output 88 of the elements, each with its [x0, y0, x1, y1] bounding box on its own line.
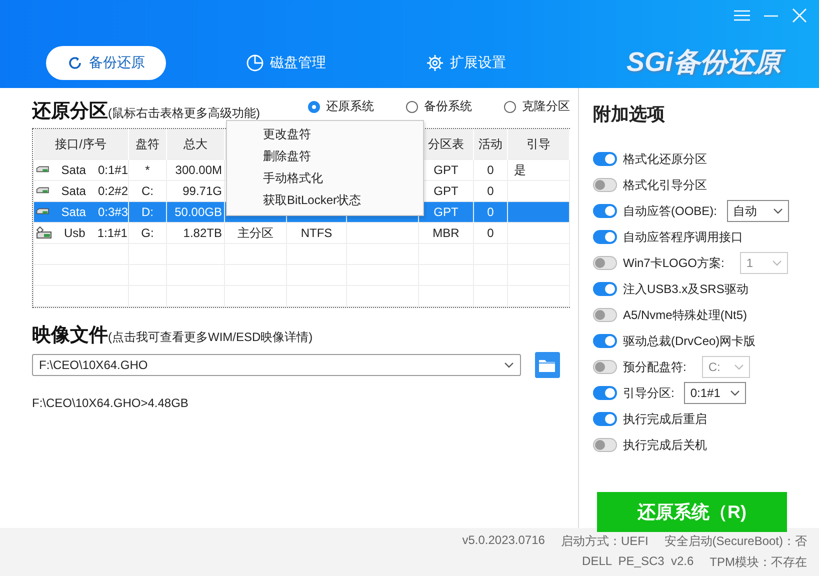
status-text: DELL PE_SC3 v2.6: [582, 554, 694, 570]
option-label: 驱动总裁(DrvCeo)网卡版: [623, 332, 756, 350]
table-cell: 0: [474, 160, 508, 180]
table-cell: 0:1#1: [98, 163, 128, 177]
section-hint: (鼠标右击表格更多高级功能): [108, 105, 260, 122]
minimize-icon[interactable]: [764, 14, 778, 16]
chevron-down-icon: [772, 260, 782, 266]
table-cell: 0: [474, 202, 508, 222]
option-label: 自动应答程序调用接口: [623, 228, 743, 246]
option-dropdown[interactable]: 0:1#1: [684, 382, 746, 404]
status-text: 启动方式：UEFI: [560, 533, 648, 550]
toggle-switch[interactable]: [593, 230, 617, 244]
column-header: 盘符: [128, 129, 166, 160]
usb-drive-icon: [36, 226, 52, 240]
table-cell: 50.00GB: [166, 202, 224, 222]
option-label: 注入USB3.x及SRS驱动: [623, 280, 748, 298]
hard-drive-icon: [36, 165, 50, 175]
toggle-switch[interactable]: [593, 204, 617, 218]
file-path-dropdown[interactable]: F:\CEO\10X64.GHO: [32, 354, 521, 376]
refresh-icon: [67, 55, 83, 71]
status-text: 安全启动(SecureBoot)：否: [664, 533, 807, 550]
table-cell: NTFS: [286, 222, 346, 244]
toggle-switch[interactable]: [593, 360, 617, 374]
status-text: v5.0.2023.0716: [462, 533, 545, 549]
section-hint[interactable]: (点击我可查看更多WIM/ESD映像详情): [108, 329, 313, 346]
menu-icon[interactable]: [734, 10, 750, 21]
option-label: A5/Nvme特殊处理(Nt5): [623, 306, 748, 324]
table-cell: Sata: [61, 205, 86, 219]
toggle-switch[interactable]: [593, 412, 617, 426]
toggle-switch[interactable]: [593, 308, 617, 322]
table-cell: 0:2#2: [98, 184, 128, 198]
option-label: 预分配盘符:: [623, 358, 686, 376]
toggle-switch[interactable]: [593, 438, 617, 452]
table-cell: Sata: [61, 163, 86, 177]
section-title: 附加选项: [593, 103, 666, 126]
option-label: Win7卡LOGO方案:: [623, 254, 724, 272]
tab[interactable]: 备份还原: [46, 46, 166, 80]
option-dropdown[interactable]: 自动: [727, 200, 790, 222]
option-label: 自动应答(OOBE):: [623, 202, 718, 220]
image-info: F:\CEO\10X64.GHO>4.48GB: [32, 396, 190, 410]
chevron-down-icon: [730, 390, 740, 396]
option-label: 执行完成后重启: [623, 410, 707, 428]
option-label: 格式化还原分区: [623, 150, 707, 168]
chevron-down-icon: [773, 208, 784, 214]
column-header: 总大: [166, 129, 224, 160]
table-cell: 是: [508, 160, 570, 180]
app-logo: SGi备份还原: [624, 44, 789, 82]
status-text: TPM模块：不存在: [710, 554, 807, 571]
radio-button[interactable]: 克隆分区: [504, 98, 570, 115]
toggle-switch[interactable]: [593, 386, 617, 400]
chevron-down-icon: [734, 364, 744, 370]
table-cell: 0:3#3: [98, 205, 128, 219]
section-title: 还原分区: [32, 100, 108, 124]
table-cell: G:: [128, 222, 166, 244]
table-cell: Usb: [64, 226, 86, 240]
option-label: 格式化引导分区: [623, 176, 707, 194]
hard-drive-icon: [36, 207, 50, 217]
option-label: 引导分区:: [623, 384, 674, 402]
column-header: 引导: [508, 129, 570, 160]
toggle-switch[interactable]: [593, 152, 617, 166]
chevron-down-icon: [504, 362, 514, 368]
column-header: 接口/序号: [34, 129, 128, 160]
option-label: 执行完成后关机: [623, 436, 707, 454]
hard-drive-icon: [36, 186, 50, 196]
toggle-switch[interactable]: [593, 334, 617, 348]
close-icon[interactable]: [792, 8, 807, 23]
table-cell: 0: [474, 222, 508, 244]
pie-chart-icon: [246, 54, 264, 72]
toggle-switch[interactable]: [593, 256, 617, 270]
radio-button[interactable]: 还原系统: [308, 98, 374, 115]
browse-button[interactable]: [534, 352, 560, 378]
tab[interactable]: 磁盘管理: [226, 46, 346, 80]
radio-button[interactable]: 备份系统: [406, 98, 472, 115]
toggle-switch[interactable]: [593, 282, 617, 296]
settings-icon: [426, 54, 444, 72]
table-cell: Sata: [61, 184, 86, 198]
folder-icon: [539, 358, 556, 372]
table-cell: MBR: [418, 222, 474, 244]
table-cell: *: [128, 160, 166, 180]
table-cell: 1:1#1: [97, 226, 128, 240]
column-header: 活动: [474, 129, 508, 160]
toggle-switch[interactable]: [593, 178, 617, 192]
table-cell: 主分区: [224, 222, 286, 244]
table-cell: D:: [128, 202, 166, 222]
table-cell: 1.82TB: [166, 222, 224, 244]
table-cell: 300.00M: [166, 160, 224, 180]
section-title: 映像文件: [32, 324, 108, 348]
table-row[interactable]: Usb 1:1#1 G: 1.82TB 主分区 NTFS MBR 0: [34, 222, 570, 244]
